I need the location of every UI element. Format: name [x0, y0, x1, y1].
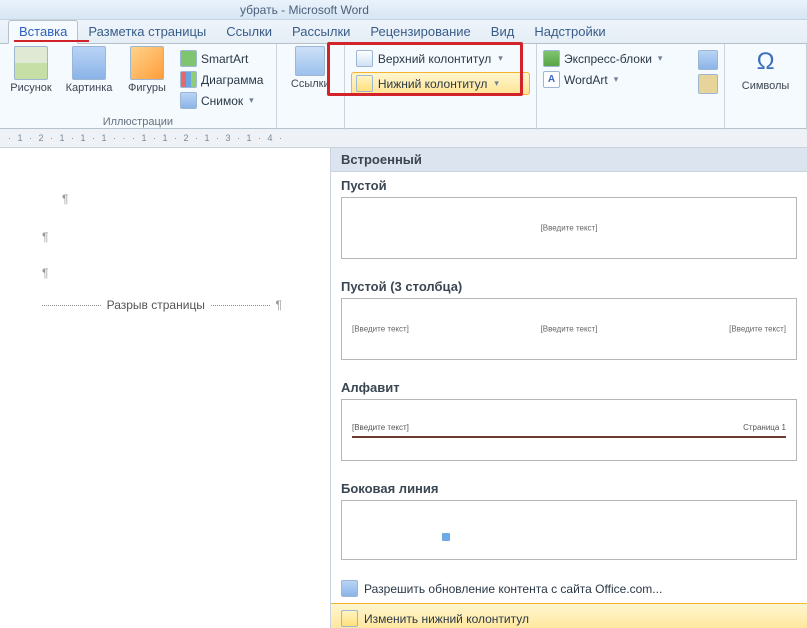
gallery-preview	[341, 500, 797, 560]
textbox-icon[interactable]	[698, 50, 718, 70]
workspace: ¶ ¶ ¶ Разрыв страницы ¶ Встроенный Пусто…	[0, 148, 807, 628]
gallery-preview: [Введите текст] [Введите текст] [Введите…	[341, 298, 797, 360]
tab-mailings[interactable]: Рассылки	[282, 21, 360, 43]
gallery-item-sideline[interactable]: Боковая линия	[331, 475, 807, 574]
tab-review[interactable]: Рецензирование	[360, 21, 480, 43]
ribbon-tabs: Вставка Разметка страницы Ссылки Рассылк…	[0, 20, 807, 44]
gallery-edit-footer[interactable]: Изменить нижний колонтитул	[331, 603, 807, 628]
chevron-down-icon: ▾	[249, 95, 254, 106]
btn-shapes[interactable]: Фигуры	[122, 46, 172, 94]
group-text: Экспресс-блоки▾ A WordArt▾	[537, 44, 725, 130]
picture-icon	[14, 46, 48, 80]
gallery-preview: [Введите текст] Страница 1	[341, 399, 797, 461]
group-illustrations: Рисунок Картинка Фигуры SmartArt Диаграм…	[0, 44, 277, 130]
clipart-icon	[72, 46, 106, 80]
btn-picture[interactable]: Рисунок	[6, 46, 56, 94]
gallery-section-builtin: Встроенный	[331, 148, 807, 172]
footer-gallery-dropdown: Встроенный Пустой [Введите текст] Пустой…	[330, 148, 807, 628]
chevron-down-icon: ▾	[658, 53, 663, 64]
btn-clipart[interactable]: Картинка	[64, 46, 114, 94]
group-symbols: Ω Символы	[725, 44, 807, 130]
paragraph-mark: ¶	[42, 230, 282, 244]
annotation-box	[327, 42, 523, 96]
paragraph-mark: ¶	[62, 192, 282, 206]
window-title: убрать - Microsoft Word	[240, 3, 369, 17]
quickparts-icon	[543, 50, 560, 67]
btn-symbols[interactable]: Ω Символы	[741, 46, 791, 92]
group-label-illustrations: Иллюстрации	[6, 116, 270, 130]
wordart-icon: A	[543, 71, 560, 88]
btn-quickparts[interactable]: Экспресс-блоки▾	[543, 50, 690, 67]
footer-icon	[341, 610, 358, 627]
shapes-icon	[130, 46, 164, 80]
tab-view[interactable]: Вид	[481, 21, 525, 43]
gallery-item-empty[interactable]: Пустой [Введите текст]	[331, 172, 807, 273]
title-bar: убрать - Microsoft Word	[0, 0, 807, 20]
gallery-item-alphabet[interactable]: Алфавит [Введите текст] Страница 1	[331, 374, 807, 475]
horizontal-ruler[interactable]: · 1 · 2 · 1 · 1 · 1 · · · 1 · 1 · 2 · 1 …	[0, 129, 807, 148]
ribbon: Рисунок Картинка Фигуры SmartArt Диаграм…	[0, 44, 807, 129]
btn-smartart[interactable]: SmartArt	[180, 50, 263, 67]
btn-wordart[interactable]: A WordArt▾	[543, 71, 690, 88]
paragraph-mark: ¶	[42, 266, 282, 280]
link-icon	[295, 46, 325, 76]
gallery-item-empty-3col[interactable]: Пустой (3 столбца) [Введите текст] [Введ…	[331, 273, 807, 374]
page-break-indicator: Разрыв страницы ¶	[42, 298, 282, 312]
omega-icon: Ω	[757, 46, 775, 78]
tab-page-layout[interactable]: Разметка страницы	[78, 21, 216, 43]
screenshot-icon	[180, 92, 197, 109]
gallery-update-office[interactable]: Разрешить обновление контента с сайта Of…	[331, 574, 807, 603]
tab-addins[interactable]: Надстройки	[524, 21, 615, 43]
sideline-marker	[442, 533, 450, 541]
btn-chart[interactable]: Диаграмма	[180, 71, 263, 88]
dropcap-icon[interactable]	[698, 74, 718, 94]
chart-icon	[180, 71, 197, 88]
annotation-underline	[14, 40, 89, 42]
tab-references[interactable]: Ссылки	[216, 21, 282, 43]
smartart-icon	[180, 50, 197, 67]
document-area[interactable]: ¶ ¶ ¶ Разрыв страницы ¶	[0, 148, 330, 628]
btn-screenshot[interactable]: Снимок▾	[180, 92, 263, 109]
globe-icon	[341, 580, 358, 597]
gallery-preview: [Введите текст]	[341, 197, 797, 259]
chevron-down-icon: ▾	[614, 74, 619, 85]
